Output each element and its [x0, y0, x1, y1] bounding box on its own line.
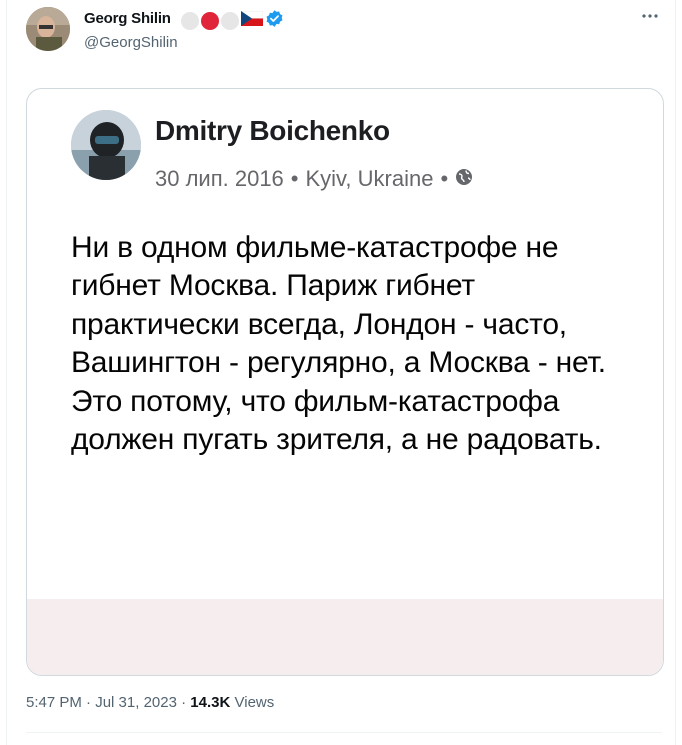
views-label: Views	[234, 694, 275, 711]
meta-dot: ·	[181, 694, 191, 711]
author-handle[interactable]: @GeorgShilin	[84, 34, 178, 51]
tweet-date[interactable]: Jul 31, 2023	[95, 694, 177, 711]
meta-dot: ·	[86, 694, 96, 711]
embedded-author-avatar	[71, 110, 141, 180]
meta-separator: •	[290, 166, 299, 191]
badge-circle-icon	[221, 12, 239, 30]
embedded-post-meta: 30 лип. 2016 • Kyiv, Ukraine •	[155, 166, 473, 192]
meta-separator: •	[440, 166, 449, 191]
embedded-post-location: Kyiv, Ukraine	[305, 166, 434, 191]
globe-icon	[455, 166, 473, 192]
tweet-time[interactable]: 5:47 PM	[26, 694, 82, 711]
embedded-post-image[interactable]: Dmitry Boichenko 30 лип. 2016 • Kyiv, Uk…	[26, 88, 664, 676]
badge-circle-icon	[181, 12, 199, 30]
author-badges	[181, 9, 284, 33]
divider	[26, 732, 662, 733]
verified-badge-icon[interactable]	[265, 9, 284, 33]
embedded-author-name: Dmitry Boichenko	[155, 115, 390, 146]
tweet-metadata: 5:47 PM · Jul 31, 2023 · 14.3K Views	[26, 694, 274, 711]
more-options-icon[interactable]	[640, 6, 660, 31]
author-display-name[interactable]: Georg Shilin	[84, 10, 171, 27]
embedded-post-text: Ни в одном фильме-катастрофе не гибнет М…	[71, 231, 606, 457]
author-avatar[interactable]	[26, 7, 70, 51]
czech-flag-icon	[240, 10, 264, 31]
image-bottom-area	[27, 599, 663, 675]
views-count[interactable]: 14.3K	[190, 694, 230, 711]
embedded-post-date: 30 лип. 2016	[155, 166, 284, 191]
badge-circle-icon	[201, 12, 219, 30]
